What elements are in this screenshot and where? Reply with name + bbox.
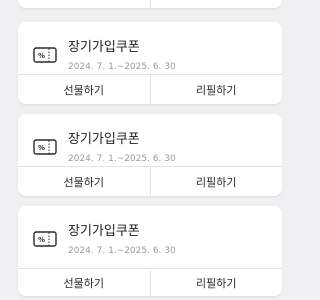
coupon-card: % 장기가입쿠폰 2024. 7. 1.~2025. 6. 30 선물하기 리필… — [18, 206, 282, 296]
gift-button[interactable]: 선물하기 — [18, 269, 150, 296]
coupon-card: % 장기가입쿠폰 2024. 7. 1.~2025. 6. 30 선물하기 리필… — [18, 114, 282, 196]
svg-text:%: % — [38, 236, 45, 244]
svg-text:%: % — [38, 144, 45, 152]
coupon-ticket-icon: % — [33, 231, 57, 247]
gift-button-partial[interactable] — [18, 0, 150, 8]
coupon-card: % 장기가입쿠폰 2024. 7. 1.~2025. 6. 30 선물하기 리필… — [18, 22, 282, 104]
coupon-ticket-icon: % — [33, 47, 57, 63]
refill-button[interactable]: 리필하기 — [149, 269, 283, 296]
coupon-actions: 선물하기 리필하기 — [18, 74, 282, 104]
coupon-ticket-icon: % — [33, 139, 57, 155]
refill-button[interactable]: 리필하기 — [149, 75, 283, 104]
coupon-actions: 선물하기 리필하기 — [18, 166, 282, 196]
refill-button-partial[interactable] — [151, 0, 282, 8]
coupon-actions: 선물하기 리필하기 — [18, 268, 282, 296]
coupon-title: 장기가입쿠폰 — [68, 224, 140, 239]
coupon-period: 2024. 7. 1.~2025. 6. 30 — [68, 246, 176, 256]
coupon-period: 2024. 7. 1.~2025. 6. 30 — [68, 62, 176, 72]
coupon-card-partial — [18, 0, 282, 8]
coupon-title: 장기가입쿠폰 — [68, 132, 140, 147]
partial-card-actions — [18, 0, 282, 8]
gift-button[interactable]: 선물하기 — [18, 167, 150, 196]
coupon-title: 장기가입쿠폰 — [68, 40, 140, 55]
gift-button[interactable]: 선물하기 — [18, 75, 150, 104]
svg-text:%: % — [38, 52, 45, 60]
coupon-period: 2024. 7. 1.~2025. 6. 30 — [68, 154, 176, 164]
refill-button[interactable]: 리필하기 — [149, 167, 283, 196]
